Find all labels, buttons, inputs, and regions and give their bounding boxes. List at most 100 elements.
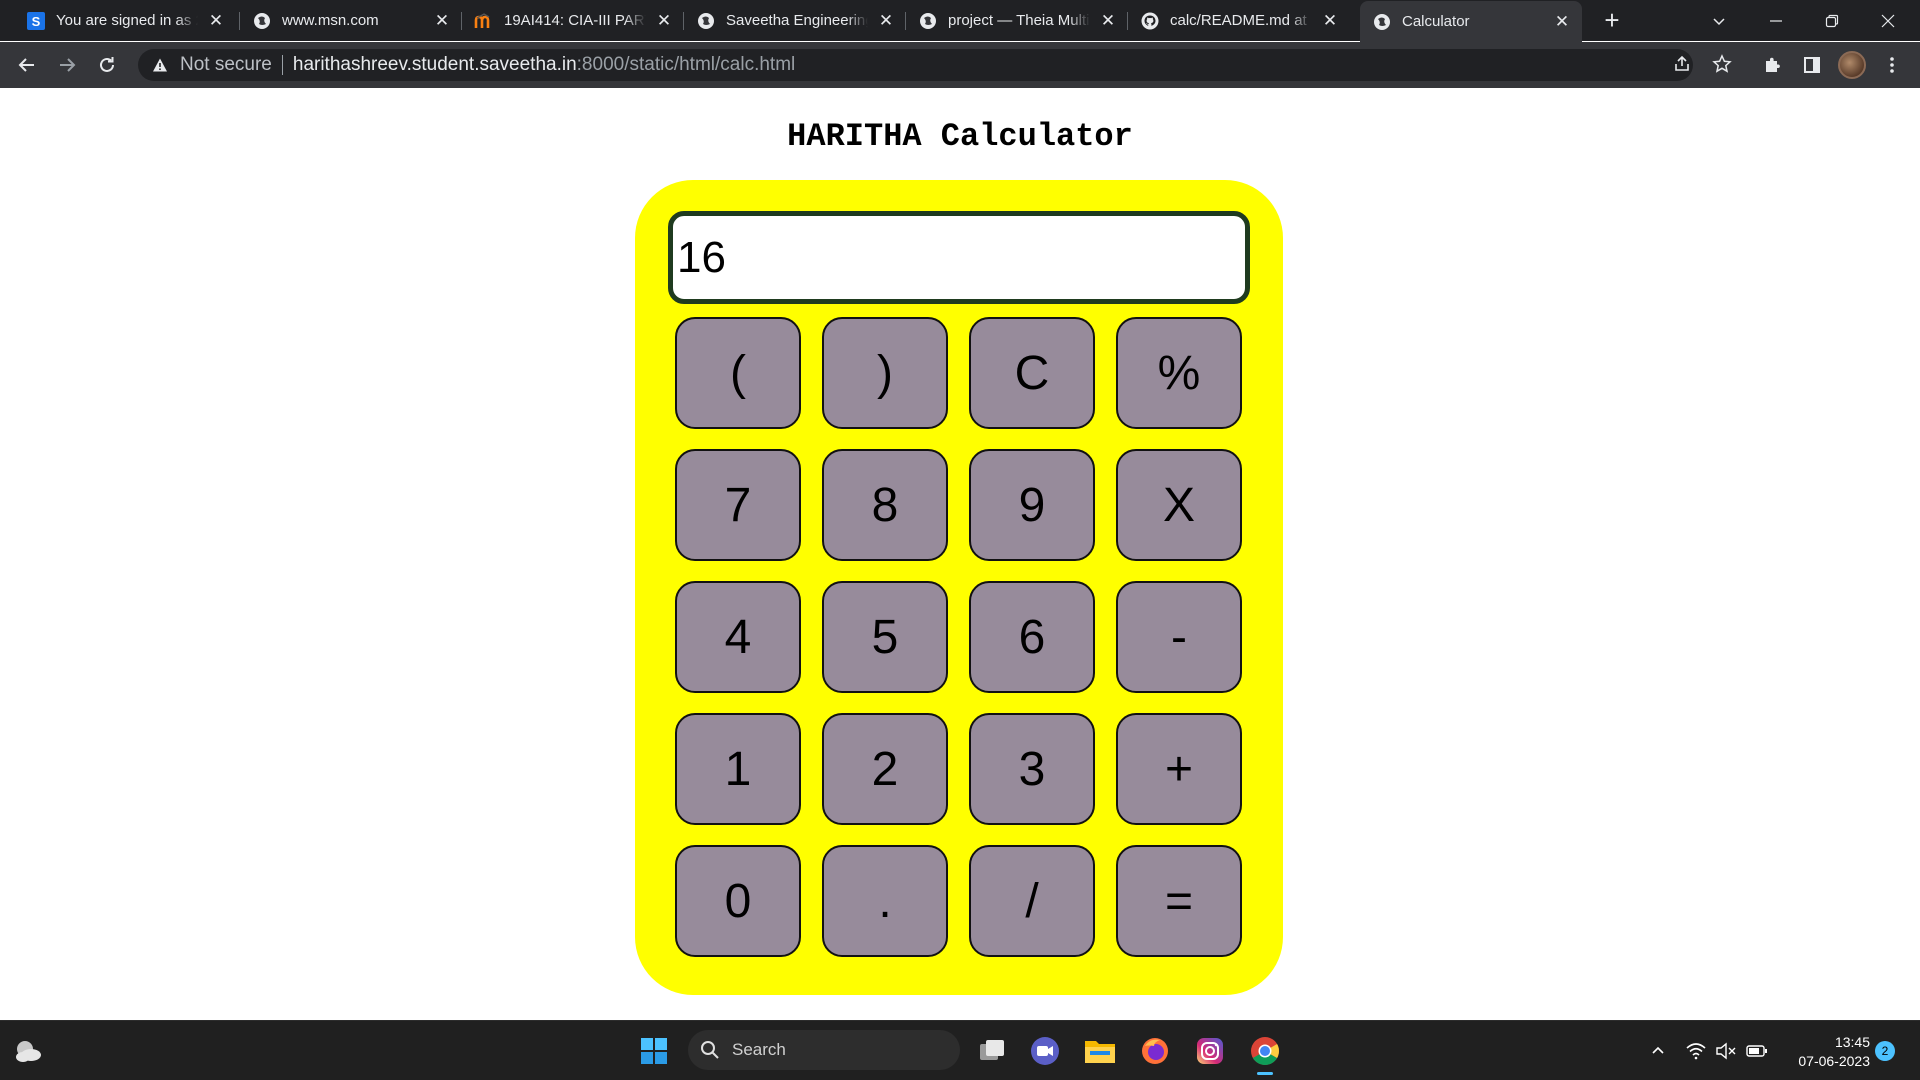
restore-window-button[interactable] [1806, 0, 1858, 41]
key-equals[interactable]: = [1116, 845, 1242, 957]
firefox-button[interactable] [1135, 1031, 1175, 1071]
weather-widget[interactable] [8, 1031, 48, 1071]
search-icon [700, 1040, 720, 1060]
key-multiply[interactable]: X [1116, 449, 1242, 561]
share-icon [1675, 55, 1689, 71]
tab-title: 19AI414: CIA-III PART [504, 12, 646, 29]
globe-icon [252, 11, 272, 31]
file-explorer-button[interactable] [1080, 1031, 1120, 1071]
clock-date: 07-06-2023 [1798, 1053, 1870, 1069]
reload-button[interactable] [92, 50, 122, 80]
tab-title: Saveetha Engineering [726, 12, 868, 29]
close-icon [1881, 14, 1895, 27]
instagram-icon [1197, 1038, 1223, 1064]
key-add[interactable]: + [1116, 713, 1242, 825]
start-button[interactable] [634, 1031, 674, 1071]
tab-msn[interactable]: www.msn.com ✕ [240, 0, 462, 41]
new-tab-button[interactable]: + [1598, 5, 1626, 35]
key-2[interactable]: 2 [822, 713, 948, 825]
address-bar[interactable]: Not secure harithashreev.student.saveeth… [138, 49, 1693, 81]
battery-icon [1746, 1045, 1767, 1057]
globe-icon [1372, 12, 1392, 32]
close-tab-icon[interactable]: ✕ [1320, 11, 1340, 31]
volume-status[interactable] [1714, 1039, 1738, 1063]
close-tab-icon[interactable]: ✕ [432, 11, 452, 31]
tab-calculator[interactable]: Calculator ✕ [1360, 1, 1582, 42]
address-divider [281, 55, 283, 75]
key-divide[interactable]: / [969, 845, 1095, 957]
system-clock[interactable]: 13:45 07-06-2023 [1780, 1033, 1870, 1071]
warning-triangle-icon[interactable] [150, 55, 170, 75]
show-hidden-icons-button[interactable] [1646, 1039, 1670, 1063]
tab-theia[interactable]: project — Theia Multi ✕ [906, 0, 1128, 41]
chevron-down-icon [1713, 17, 1725, 25]
github-icon [1140, 11, 1160, 31]
tab-skillrack[interactable]: S You are signed in as 2 ✕ [14, 0, 236, 41]
close-tab-icon[interactable]: ✕ [1098, 11, 1118, 31]
security-status-label[interactable]: Not secure [180, 54, 272, 76]
close-tab-icon[interactable]: ✕ [654, 11, 674, 31]
puzzle-piece-icon [1766, 57, 1780, 72]
minimize-icon [1770, 19, 1782, 22]
task-view-button[interactable] [972, 1031, 1012, 1071]
chevron-up-icon [1652, 1046, 1664, 1054]
browser-tab-strip: S You are signed in as 2 ✕ www.msn.com ✕… [0, 0, 1920, 42]
tab-title: Calculator [1402, 13, 1470, 30]
meet-button[interactable] [1025, 1031, 1065, 1071]
battery-status[interactable] [1745, 1039, 1769, 1063]
chrome-button[interactable] [1245, 1031, 1285, 1075]
instagram-button[interactable] [1190, 1031, 1230, 1071]
side-panel-icon [1804, 57, 1820, 73]
key-0[interactable]: 0 [675, 845, 801, 957]
back-button[interactable] [12, 50, 42, 80]
tab-title: calc/README.md at m [1170, 12, 1312, 29]
globe-icon [918, 11, 938, 31]
task-view-icon [980, 1040, 1004, 1060]
key-5[interactable]: 5 [822, 581, 948, 693]
close-tab-icon[interactable]: ✕ [1552, 12, 1572, 32]
key-9[interactable]: 9 [969, 449, 1095, 561]
clock-time: 13:45 [1834, 1034, 1870, 1050]
close-tab-icon[interactable]: ✕ [876, 11, 896, 31]
tab-github[interactable]: calc/README.md at m ✕ [1128, 0, 1350, 41]
extensions-button[interactable] [1757, 50, 1787, 80]
key-open-paren[interactable]: ( [675, 317, 801, 429]
key-8[interactable]: 8 [822, 449, 948, 561]
wifi-status[interactable] [1684, 1039, 1708, 1063]
key-3[interactable]: 3 [969, 713, 1095, 825]
key-1[interactable]: 1 [675, 713, 801, 825]
taskbar-search-box[interactable]: Search [688, 1030, 960, 1070]
tab-moodle[interactable]: 19AI414: CIA-III PART ✕ [462, 0, 684, 41]
profile-avatar[interactable] [1838, 51, 1866, 79]
menu-button[interactable] [1877, 50, 1907, 80]
tab-saveetha[interactable]: Saveetha Engineering ✕ [684, 0, 906, 41]
forward-button[interactable] [52, 50, 82, 80]
key-close-paren[interactable]: ) [822, 317, 948, 429]
share-button[interactable] [1668, 50, 1696, 78]
key-decimal[interactable]: . [822, 845, 948, 957]
moodle-icon [474, 11, 494, 31]
minimize-window-button[interactable] [1750, 0, 1802, 41]
firefox-icon [1142, 1038, 1168, 1064]
restore-icon [1825, 14, 1839, 27]
key-percent[interactable]: % [1116, 317, 1242, 429]
chrome-icon [1251, 1037, 1279, 1065]
arrow-right-icon [60, 58, 76, 72]
key-6[interactable]: 6 [969, 581, 1095, 693]
notification-badge[interactable]: 2 [1875, 1041, 1895, 1061]
close-window-button[interactable] [1862, 0, 1914, 41]
bookmark-star-button[interactable] [1708, 50, 1736, 78]
close-tab-icon[interactable]: ✕ [206, 11, 226, 31]
windows-taskbar: Search 13:45 07-06-2023 2 [0, 1020, 1920, 1080]
tab-search-button[interactable] [1693, 0, 1745, 41]
wifi-icon [1686, 1043, 1706, 1060]
key-7[interactable]: 7 [675, 449, 801, 561]
globe-icon [696, 11, 716, 31]
key-clear[interactable]: C [969, 317, 1095, 429]
key-4[interactable]: 4 [675, 581, 801, 693]
key-subtract[interactable]: - [1116, 581, 1242, 693]
windows-start-icon [641, 1038, 667, 1064]
file-explorer-icon [1085, 1041, 1115, 1063]
calculator-display[interactable]: 16 [668, 211, 1250, 304]
side-panel-button[interactable] [1797, 50, 1827, 80]
